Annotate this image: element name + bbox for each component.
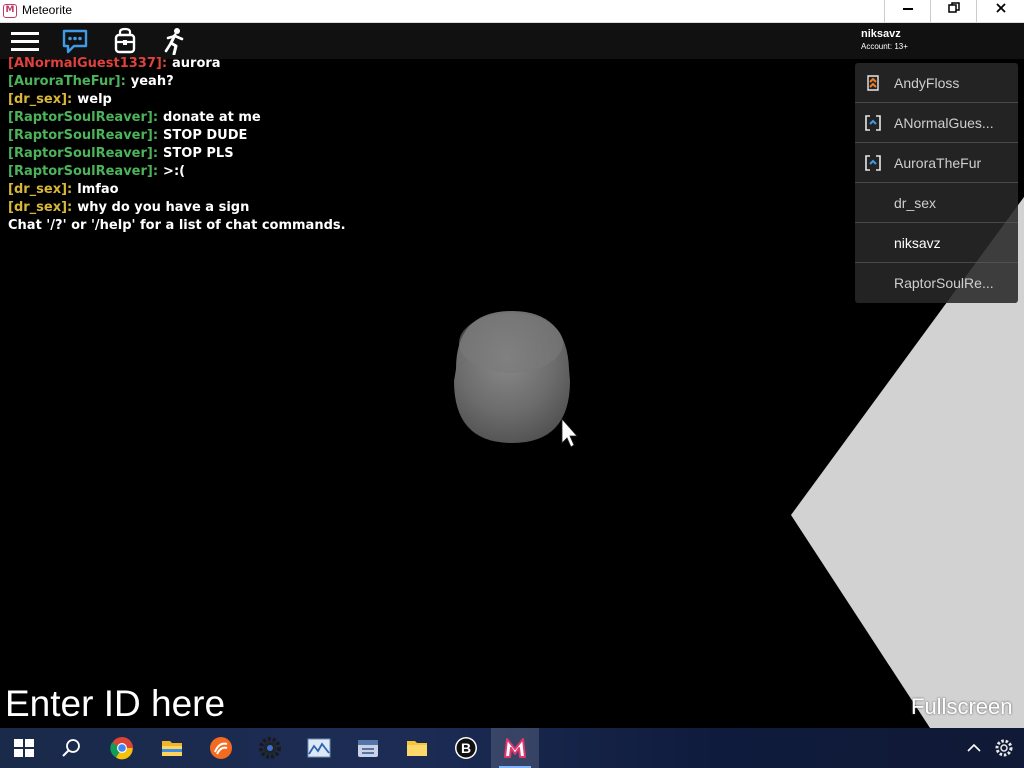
chat-system-message: Chat '/?' or '/help' for a list of chat … bbox=[8, 218, 346, 233]
emote-running-icon[interactable] bbox=[160, 27, 188, 55]
taskbar-b-app[interactable]: B bbox=[442, 728, 490, 768]
minimize-button[interactable] bbox=[884, 0, 930, 22]
orange-app-icon bbox=[210, 737, 232, 759]
search-button[interactable] bbox=[48, 728, 96, 768]
player-name: RaptorSoulRe... bbox=[894, 275, 994, 291]
taskbar-meteorite[interactable] bbox=[491, 728, 539, 768]
close-icon bbox=[995, 3, 1006, 13]
restore-icon bbox=[947, 2, 960, 13]
chat-message: [dr_sex]: why do you have a sign bbox=[8, 199, 468, 217]
svg-text:B: B bbox=[461, 740, 471, 756]
taskbar-photo-app[interactable] bbox=[295, 728, 343, 768]
chat-message: [RaptorSoulReaver]: donate at me bbox=[8, 109, 468, 127]
player-list-row[interactable]: ANormalGues... bbox=[855, 103, 1018, 143]
b-app-icon: B bbox=[455, 737, 477, 759]
photo-app-icon bbox=[307, 738, 331, 758]
fullscreen-button[interactable]: Fullscreen bbox=[911, 695, 1012, 719]
chat-message-text: aurora bbox=[172, 56, 221, 71]
chat-speaker-name[interactable]: [dr_sex]: bbox=[8, 182, 72, 197]
chat-message-text: STOP DUDE bbox=[163, 128, 248, 143]
archive-app-icon bbox=[358, 740, 378, 757]
tray-chevron-up-icon[interactable] bbox=[966, 740, 982, 756]
player-name: niksavz bbox=[894, 235, 941, 251]
taskbar-orange-app[interactable] bbox=[197, 728, 245, 768]
menu-icon[interactable] bbox=[11, 27, 39, 55]
player-list-row[interactable]: dr_sex bbox=[855, 183, 1018, 223]
folder-icon bbox=[407, 741, 427, 756]
player-list-row[interactable]: AndyFloss bbox=[855, 63, 1018, 103]
window-titlebar: M Meteorite bbox=[0, 0, 1024, 23]
chat-message-text: lmfao bbox=[77, 182, 119, 197]
chat-speaker-name[interactable]: [RaptorSoulReaver]: bbox=[8, 128, 158, 143]
premium-chevron-icon bbox=[867, 75, 879, 91]
meteorite-m-icon bbox=[504, 738, 526, 758]
backpack-icon[interactable] bbox=[111, 27, 139, 55]
player-list-row[interactable]: AuroraTheFur bbox=[855, 143, 1018, 183]
dark-gear-icon bbox=[259, 737, 281, 759]
player-name: ANormalGues... bbox=[894, 115, 994, 131]
game-topbar: niksavz Account: 13+ bbox=[0, 23, 1024, 59]
account-age-label: Account: 13+ bbox=[861, 42, 908, 51]
player-list-row[interactable]: RaptorSoulRe... bbox=[855, 263, 1018, 303]
chat-message-text: why do you have a sign bbox=[77, 200, 250, 215]
player-list: AndyFloss ANormalGues... AuroraTheFur dr_se… bbox=[855, 63, 1018, 303]
taskbar-file-explorer[interactable] bbox=[148, 728, 196, 768]
taskbar-settings-app[interactable] bbox=[246, 728, 294, 768]
account-info: niksavz Account: 13+ bbox=[861, 28, 908, 52]
chat-message: [RaptorSoulReaver]: STOP PLS bbox=[8, 145, 468, 163]
friend-bracket-icon bbox=[865, 115, 881, 131]
chat-message: [dr_sex]: welp bbox=[8, 91, 468, 109]
player-name: dr_sex bbox=[894, 195, 937, 211]
file-explorer-icon bbox=[162, 741, 182, 756]
start-button[interactable] bbox=[0, 728, 48, 768]
chat-speaker-name[interactable]: [RaptorSoulReaver]: bbox=[8, 164, 158, 179]
chat-message: [dr_sex]: lmfao bbox=[8, 181, 468, 199]
close-button[interactable] bbox=[976, 0, 1024, 22]
windows-taskbar: B bbox=[0, 728, 1024, 768]
chat-message-text: yeah? bbox=[130, 74, 174, 89]
chat-message-text: STOP PLS bbox=[163, 146, 234, 161]
game-viewport[interactable]: [ANormalGuest1337]: aurora [AuroraTheFur]:… bbox=[0, 56, 1024, 728]
windows-logo-icon bbox=[14, 739, 34, 757]
chat-message: [ANormalGuest1337]: aurora bbox=[8, 55, 468, 73]
chat-message: [AuroraTheFur]: yeah? bbox=[8, 73, 468, 91]
chat-log: [ANormalGuest1337]: aurora [AuroraTheFur]:… bbox=[8, 55, 468, 235]
chat-icon[interactable] bbox=[61, 27, 89, 55]
search-icon bbox=[62, 739, 80, 757]
friend-bracket-icon bbox=[865, 155, 881, 171]
chat-speaker-name[interactable]: [RaptorSoulReaver]: bbox=[8, 146, 158, 161]
chat-speaker-name[interactable]: [dr_sex]: bbox=[8, 200, 72, 215]
player-name: AndyFloss bbox=[894, 75, 960, 91]
mouse-cursor-icon bbox=[561, 417, 578, 448]
chrome-icon bbox=[110, 737, 133, 760]
taskbar-folder[interactable] bbox=[393, 728, 441, 768]
player-list-row[interactable]: niksavz bbox=[855, 223, 1018, 263]
chat-speaker-name[interactable]: [AuroraTheFur]: bbox=[8, 74, 126, 89]
maximize-button[interactable] bbox=[930, 0, 976, 22]
chat-message-text: welp bbox=[77, 92, 112, 107]
taskbar-chrome[interactable] bbox=[98, 728, 146, 768]
gray-cylinder-part bbox=[454, 311, 570, 443]
minimize-icon bbox=[902, 8, 913, 10]
chat-speaker-name[interactable]: [ANormalGuest1337]: bbox=[8, 56, 167, 71]
account-username: niksavz bbox=[861, 28, 901, 40]
chat-speaker-name[interactable]: [dr_sex]: bbox=[8, 92, 72, 107]
chat-message: [RaptorSoulReaver]: >:( bbox=[8, 163, 468, 181]
chat-message-text: >:( bbox=[163, 164, 186, 179]
chat-message-text: donate at me bbox=[163, 110, 261, 125]
player-name: AuroraTheFur bbox=[894, 155, 982, 171]
tray-gear-icon[interactable] bbox=[994, 738, 1014, 758]
chat-speaker-name[interactable]: [RaptorSoulReaver]: bbox=[8, 110, 158, 125]
window-title: Meteorite bbox=[22, 3, 73, 17]
chat-message: [RaptorSoulReaver]: STOP DUDE bbox=[8, 127, 468, 145]
enter-id-input-label[interactable]: Enter ID here bbox=[5, 683, 225, 725]
taskbar-archive-app[interactable] bbox=[344, 728, 392, 768]
meteorite-app-icon: M bbox=[3, 4, 17, 18]
